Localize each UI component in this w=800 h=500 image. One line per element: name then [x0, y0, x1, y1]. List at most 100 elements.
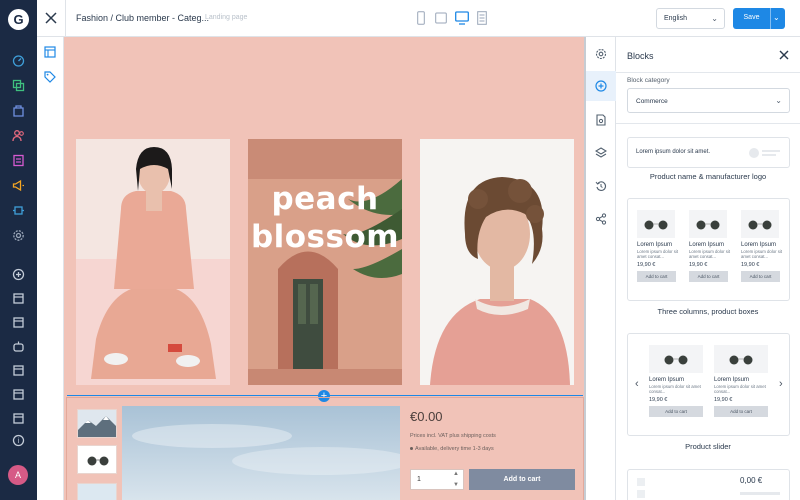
product-box-preview: Lorem Ipsum Lorem ipsum dolor sit amet c…: [637, 210, 679, 282]
block-category-value: Commerce: [636, 98, 668, 105]
chevron-down-icon: ⌄: [711, 14, 718, 23]
sunglasses-image: [637, 210, 675, 238]
add-to-cart-button: Add to cart: [689, 271, 728, 282]
orders-icon[interactable]: [12, 104, 25, 117]
help-icon[interactable]: i: [12, 434, 25, 447]
block-caption: Product name & manufacturer logo: [649, 172, 767, 181]
language-select[interactable]: English ⌄: [656, 8, 725, 29]
panel-title: Blocks: [627, 51, 654, 61]
add-sales-channel-icon[interactable]: [12, 268, 25, 281]
catalogue-icon[interactable]: [12, 79, 25, 92]
page-canvas[interactable]: peach blossom + €0.00 Prices incl. VAT p…: [64, 37, 586, 500]
main-navigation: G i A: [0, 0, 37, 500]
mobile-icon[interactable]: [417, 11, 425, 25]
layers-tool[interactable]: [586, 138, 616, 168]
history-icon: [595, 181, 607, 191]
product-box-preview: Lorem Ipsum Lorem ipsum dolor sit amet c…: [689, 210, 731, 282]
chevron-down-icon[interactable]: ⌄: [773, 13, 780, 22]
chevron-down-icon[interactable]: ▼: [453, 482, 459, 488]
product-main-image[interactable]: [122, 406, 400, 500]
block-preview-price: 0,00 €: [740, 476, 763, 485]
share-tool[interactable]: [586, 204, 616, 234]
tablet-icon[interactable]: [435, 11, 447, 25]
sunglasses-image: [714, 345, 768, 373]
overlay-headline-line2: blossom: [250, 219, 400, 255]
language-value: English: [664, 15, 687, 22]
quantity-value: 1: [417, 476, 421, 483]
overlay-headline-line1: peach: [271, 181, 379, 217]
add-blocks-tool[interactable]: [586, 71, 616, 101]
blocks-panel: Blocks Block category Commerce ⌄ Lorem i…: [616, 37, 800, 500]
architecture-image[interactable]: peach blossom: [248, 139, 402, 385]
storefront-icon[interactable]: [12, 388, 25, 401]
layout-icon[interactable]: [44, 46, 56, 58]
customers-icon[interactable]: [12, 129, 25, 142]
text-placeholder: [740, 492, 780, 495]
block-three-columns[interactable]: Lorem Ipsum Lorem ipsum dolor sit amet c…: [627, 198, 790, 301]
block-caption: Three columns, product boxes: [657, 307, 759, 316]
sunglasses-image: [741, 210, 779, 238]
add-to-cart-button: Add to cart: [649, 406, 703, 417]
quantity-stepper[interactable]: 1 ▲ ▼: [410, 469, 464, 490]
document-settings-icon: [596, 114, 606, 126]
user-avatar[interactable]: A: [8, 465, 28, 485]
tag-icon[interactable]: [44, 71, 56, 83]
product-price: 19,90 €: [649, 397, 668, 403]
block-product-name-logo[interactable]: Lorem ipsum dolor sit amet.: [627, 137, 790, 168]
shopware-logo[interactable]: G: [8, 9, 29, 30]
chevron-down-icon: ⌄: [775, 96, 782, 105]
divider: [770, 8, 771, 29]
page-type: Landing page: [205, 14, 248, 21]
share-icon: [595, 213, 607, 225]
add-to-cart-button: Add to cart: [741, 271, 780, 282]
fashion-image-2[interactable]: [420, 139, 574, 385]
save-button[interactable]: Save ⌄: [733, 8, 785, 29]
extensions-icon[interactable]: [12, 204, 25, 217]
block-category-select[interactable]: Commerce ⌄: [627, 88, 790, 113]
editor-sidebar: [37, 37, 64, 500]
storefront-icon[interactable]: [12, 292, 25, 305]
storefront-icon[interactable]: [12, 364, 25, 377]
product-price: €0.00: [410, 409, 443, 424]
gear-icon: [595, 48, 607, 60]
gallery-thumbnail[interactable]: [77, 409, 117, 438]
settings-icon[interactable]: [12, 229, 25, 242]
add-to-cart-button[interactable]: Add to cart: [469, 469, 575, 490]
availability-dot: [410, 447, 413, 451]
gallery-thumbnail[interactable]: [77, 483, 117, 500]
delivery-info: Available, delivery time 1-3 days: [410, 446, 494, 452]
page-settings-tool[interactable]: [586, 105, 616, 135]
product-name: Lorem Ipsum: [637, 242, 673, 248]
product-description: Lorem ipsum dolor sit amet consat...: [741, 249, 783, 259]
product-name: Lorem Ipsum: [741, 242, 777, 248]
close-icon[interactable]: [779, 50, 789, 60]
storefront-icon[interactable]: [12, 316, 25, 329]
close-icon[interactable]: [43, 10, 59, 26]
chevron-left-icon: ‹: [635, 378, 639, 390]
chevron-up-icon[interactable]: ▲: [453, 471, 459, 477]
storefront-icon[interactable]: [12, 412, 25, 425]
block-caption: Product slider: [685, 442, 731, 451]
dashboard-icon[interactable]: [12, 54, 25, 67]
headless-icon[interactable]: [12, 340, 25, 353]
gallery-thumbnail[interactable]: [77, 445, 117, 474]
desktop-icon[interactable]: [455, 11, 469, 25]
form-icon[interactable]: [477, 11, 487, 25]
svg-text:i: i: [18, 437, 20, 445]
block-buy-box[interactable]: 0,00 €: [627, 469, 790, 500]
history-tool[interactable]: [586, 171, 616, 201]
product-description: Lorem ipsum dolor sit amet consat...: [689, 249, 731, 259]
product-price: 19,90 €: [714, 397, 733, 403]
product-name: Lorem Ipsum: [689, 242, 725, 248]
sunglasses-image: [649, 345, 703, 373]
fashion-image-1[interactable]: [76, 139, 230, 385]
layers-icon: [595, 147, 607, 158]
add-to-cart-button: Add to cart: [637, 271, 676, 282]
block-product-slider[interactable]: ‹ Lorem Ipsum Lorem ipsum dolor sit amet…: [627, 333, 790, 436]
sidebar-tool-strip: [586, 37, 616, 500]
marketing-icon[interactable]: [12, 179, 25, 192]
chevron-right-icon: ›: [779, 378, 783, 390]
settings-tool[interactable]: [586, 39, 616, 69]
content-icon[interactable]: [12, 154, 25, 167]
sunglasses-image: [689, 210, 727, 238]
